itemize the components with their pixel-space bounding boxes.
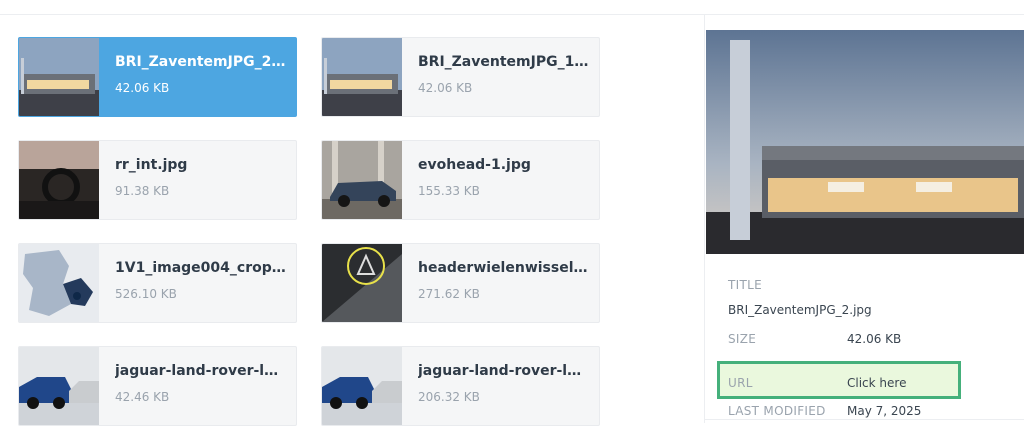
file-card[interactable]: headerwielenwissel_cr... 271.62 KB bbox=[321, 243, 600, 323]
file-size: 206.32 KB bbox=[418, 390, 480, 404]
preview-image bbox=[706, 30, 1024, 254]
size-value: 42.06 KB bbox=[847, 332, 902, 346]
url-label: URL bbox=[728, 376, 753, 390]
file-name: BRI_ZaventemJPG_2.jpg bbox=[115, 54, 287, 70]
file-name: jaguar-land-rover-lowr... bbox=[115, 363, 287, 379]
file-size: 42.46 KB bbox=[115, 390, 170, 404]
last-modified-label: LAST MODIFIED bbox=[728, 404, 826, 418]
file-name: headerwielenwissel_cr... bbox=[418, 260, 590, 276]
file-name: BRI_ZaventemJPG_1.jpg bbox=[418, 54, 590, 70]
size-label: SIZE bbox=[728, 332, 757, 346]
thumbnail-evoque bbox=[322, 141, 402, 219]
file-card[interactable]: jaguar-land-rover-lowr... 42.46 KB bbox=[18, 346, 297, 426]
thumbnail-dealership bbox=[322, 38, 402, 116]
divider bbox=[705, 419, 1024, 420]
file-size: 526.10 KB bbox=[115, 287, 177, 301]
details-panel: TITLE BRI_ZaventemJPG_2.jpg SIZE 42.06 K… bbox=[704, 14, 1024, 423]
file-card[interactable]: 1V1_image004_croppe... 526.10 KB bbox=[18, 243, 297, 323]
file-size: 271.62 KB bbox=[418, 287, 480, 301]
file-size: 42.06 KB bbox=[418, 81, 473, 95]
top-bar bbox=[0, 0, 1024, 15]
thumbnail-interior bbox=[19, 141, 99, 219]
url-highlight-box bbox=[717, 361, 961, 399]
file-card[interactable]: BRI_ZaventemJPG_2.jpg 42.06 KB bbox=[18, 37, 297, 117]
file-size: 42.06 KB bbox=[115, 81, 170, 95]
title-label: TITLE bbox=[728, 278, 762, 292]
title-value: BRI_ZaventemJPG_2.jpg bbox=[728, 303, 872, 317]
file-size: 155.33 KB bbox=[418, 184, 480, 198]
file-grid: BRI_ZaventemJPG_2.jpg 42.06 KB BRI_Zaven… bbox=[18, 37, 608, 426]
thumbnail-map bbox=[19, 244, 99, 322]
file-card[interactable]: rr_int.jpg 91.38 KB bbox=[18, 140, 297, 220]
file-name: jaguar-land-rover-lowr... bbox=[418, 363, 590, 379]
thumbnail-dealership bbox=[19, 38, 99, 116]
file-card[interactable]: jaguar-land-rover-lowr... 206.32 KB bbox=[321, 346, 600, 426]
thumbnail-cars bbox=[19, 347, 99, 425]
file-name: 1V1_image004_croppe... bbox=[115, 260, 287, 276]
file-card[interactable]: evohead-1.jpg 155.33 KB bbox=[321, 140, 600, 220]
thumbnail-cars bbox=[322, 347, 402, 425]
file-size: 91.38 KB bbox=[115, 184, 170, 198]
url-link[interactable]: Click here bbox=[847, 376, 906, 390]
thumbnail-tyre bbox=[322, 244, 402, 322]
file-name: rr_int.jpg bbox=[115, 157, 188, 173]
last-modified-value: May 7, 2025 bbox=[847, 404, 922, 418]
file-name: evohead-1.jpg bbox=[418, 157, 531, 173]
file-card[interactable]: BRI_ZaventemJPG_1.jpg 42.06 KB bbox=[321, 37, 600, 117]
